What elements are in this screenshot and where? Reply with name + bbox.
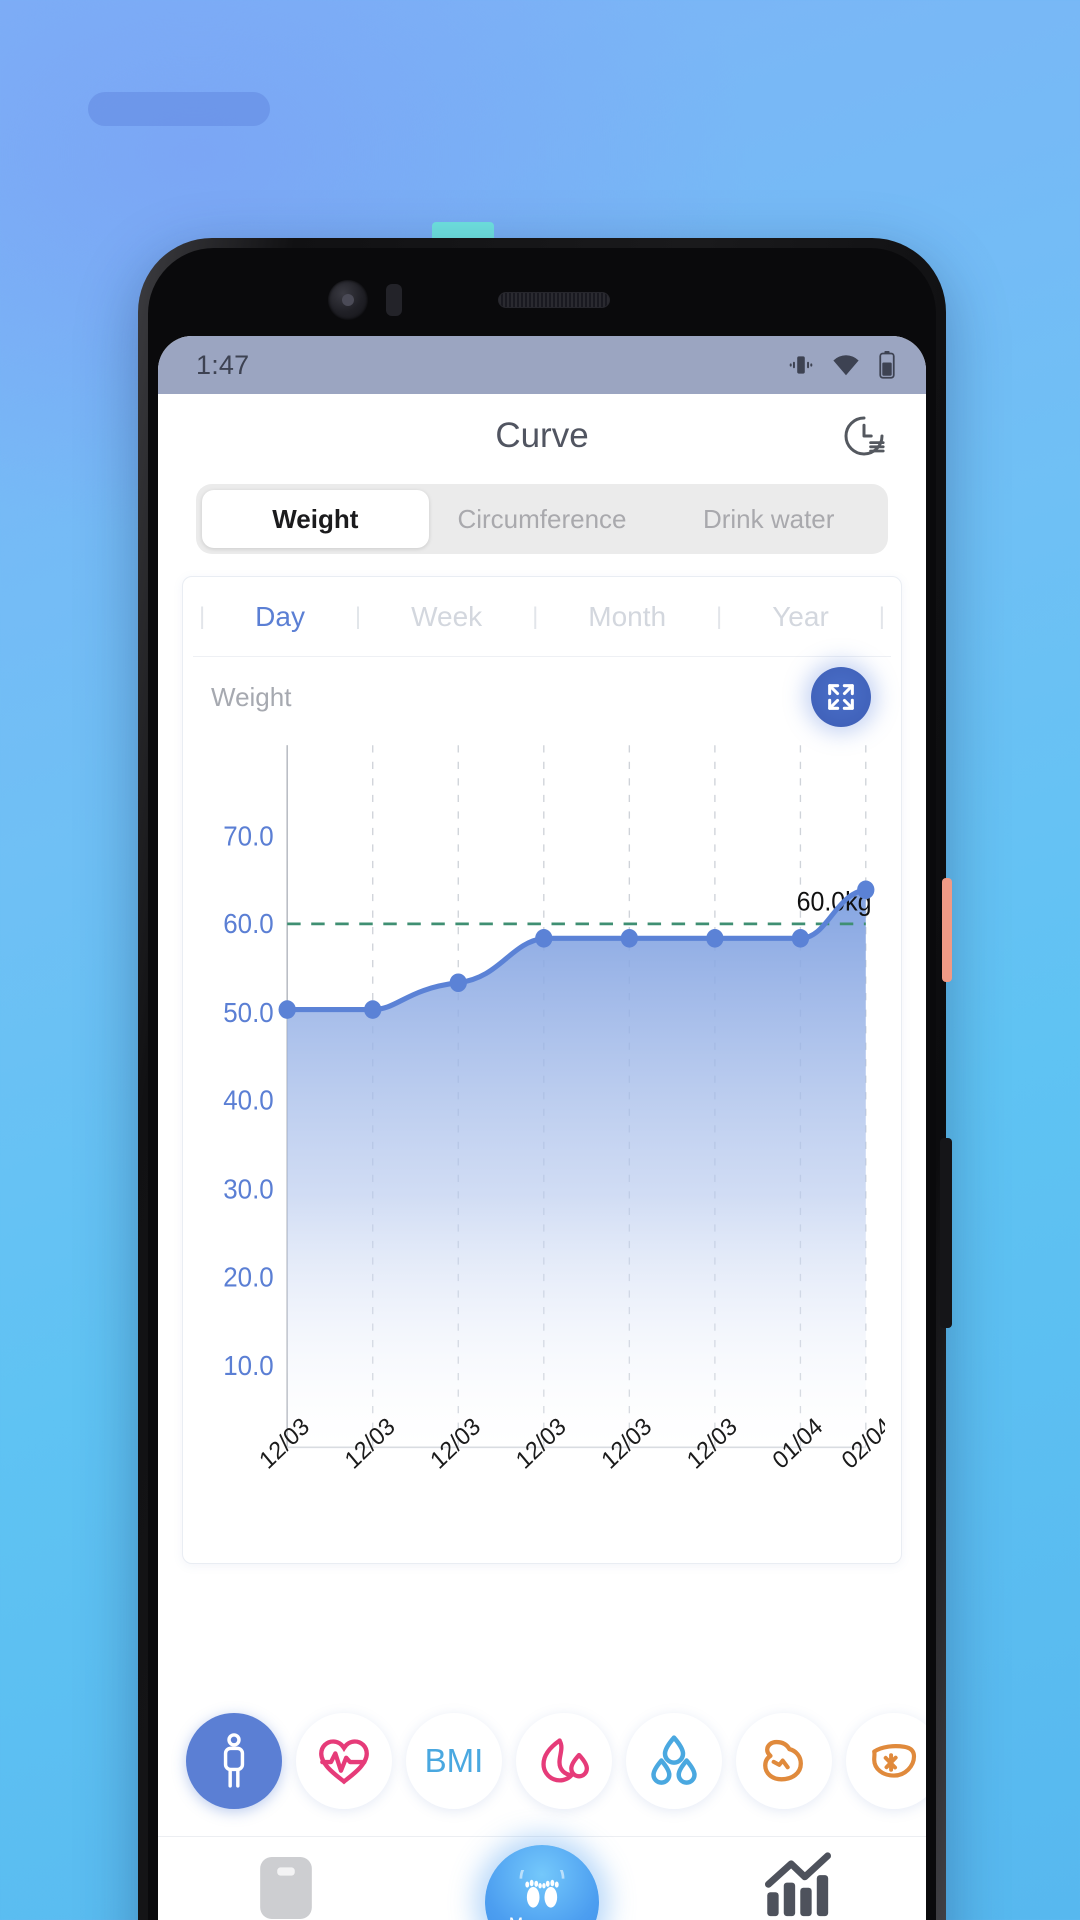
footprints-icon bbox=[519, 1870, 565, 1908]
nav-item-measure[interactable]: Measure bbox=[442, 1845, 642, 1920]
metric-bmi[interactable]: BMI bbox=[406, 1713, 502, 1809]
phone-notch-area bbox=[158, 258, 926, 336]
y-tick-label: 50.0 bbox=[223, 997, 273, 1028]
segmented-control: Weight Circumference Drink water bbox=[196, 484, 888, 554]
y-tick-label: 70.0 bbox=[223, 821, 273, 852]
chart-metric-label: Weight bbox=[211, 681, 292, 712]
y-tick-label: 20.0 bbox=[223, 1261, 273, 1292]
metric-icon-row: BMI bbox=[158, 1686, 926, 1836]
app-header: Curve bbox=[158, 394, 926, 478]
chart-data-point[interactable] bbox=[364, 1000, 382, 1019]
y-tick-label: 10.0 bbox=[223, 1350, 273, 1381]
scale-icon bbox=[260, 1857, 312, 1919]
y-tick-label: 40.0 bbox=[223, 1085, 273, 1116]
weight-chart-svg: 70.0 60.0 50.0 40.0 30.0 20.0 10.0 60.0k… bbox=[223, 745, 885, 1475]
water-icon bbox=[651, 1735, 697, 1785]
metric-body-fat[interactable] bbox=[516, 1713, 612, 1809]
chart-y-tick-labels: 70.0 60.0 50.0 40.0 30.0 20.0 10.0 bbox=[223, 821, 273, 1382]
proximity-sensor-icon bbox=[386, 284, 402, 316]
period-month[interactable]: Month bbox=[584, 601, 670, 633]
chart-card: | Day | Week | Month | Year | Weight 70.… bbox=[182, 576, 902, 1564]
front-camera-icon bbox=[328, 280, 368, 320]
heart-rate-icon bbox=[319, 1739, 369, 1785]
period-separator: | bbox=[199, 602, 206, 630]
nav-item-home[interactable]: Home bbox=[186, 1851, 386, 1920]
chart-area-fill bbox=[287, 889, 866, 1448]
tab-drink-water[interactable]: Drink water bbox=[655, 490, 882, 548]
phone-power-button[interactable] bbox=[940, 1138, 952, 1328]
period-day[interactable]: Day bbox=[251, 601, 309, 633]
status-bar: 1:47 bbox=[158, 336, 926, 394]
body-icon bbox=[223, 1733, 245, 1788]
chart-header: Weight bbox=[193, 657, 891, 737]
metric-body[interactable] bbox=[186, 1713, 282, 1809]
nav-item-curve[interactable]: Curve bbox=[698, 1851, 898, 1920]
chart-card-wrapper: | Day | Week | Month | Year | Weight 70.… bbox=[158, 554, 926, 1686]
measure-label: Measure bbox=[509, 1914, 575, 1920]
history-clock-icon bbox=[844, 416, 885, 456]
metric-water[interactable] bbox=[626, 1713, 722, 1809]
period-separator: | bbox=[354, 602, 362, 630]
body-fat-icon bbox=[541, 1738, 589, 1783]
status-icon-group bbox=[788, 351, 896, 379]
visceral-fat-icon bbox=[872, 1744, 917, 1778]
chart-data-point[interactable] bbox=[278, 1000, 296, 1019]
period-separator: | bbox=[716, 602, 723, 630]
phone-screen-bezel: 1:47 Curve Weight Circumference Drink wa… bbox=[148, 248, 936, 1920]
metric-visceral-fat[interactable] bbox=[846, 1713, 926, 1809]
chart-data-point[interactable] bbox=[535, 929, 553, 948]
segmented-control-wrapper: Weight Circumference Drink water bbox=[158, 478, 926, 554]
earpiece-speaker-icon bbox=[498, 292, 610, 308]
phone-frame: 1:47 Curve Weight Circumference Drink wa… bbox=[138, 238, 952, 1920]
status-time: 1:47 bbox=[196, 349, 250, 380]
bmi-icon: BMI bbox=[424, 1742, 484, 1779]
chart-data-point[interactable] bbox=[706, 929, 724, 948]
y-tick-label: 60.0 bbox=[223, 908, 273, 939]
bar-chart-icon bbox=[764, 1852, 832, 1917]
bottom-navigation: Home bbox=[158, 1836, 926, 1920]
muscle-icon bbox=[763, 1739, 803, 1782]
chart-data-point[interactable] bbox=[449, 973, 467, 993]
period-separator: | bbox=[878, 602, 885, 630]
metric-muscle[interactable] bbox=[736, 1713, 832, 1809]
chart-data-point[interactable] bbox=[857, 880, 875, 900]
metric-heart-rate[interactable] bbox=[296, 1713, 392, 1809]
tab-circumference[interactable]: Circumference bbox=[429, 490, 656, 548]
period-week[interactable]: Week bbox=[407, 601, 486, 633]
battery-icon bbox=[879, 351, 895, 379]
weight-chart-plot[interactable]: 70.0 60.0 50.0 40.0 30.0 20.0 10.0 60.0k… bbox=[193, 737, 891, 1563]
period-year[interactable]: Year bbox=[768, 601, 833, 633]
app-screen: 1:47 Curve Weight Circumference Drink wa… bbox=[158, 336, 926, 1920]
chart-data-point[interactable] bbox=[791, 929, 810, 948]
tab-weight[interactable]: Weight bbox=[202, 490, 429, 548]
page-title: Curve bbox=[495, 416, 589, 455]
y-tick-label: 30.0 bbox=[223, 1174, 273, 1205]
period-separator: | bbox=[532, 602, 539, 630]
history-button[interactable] bbox=[838, 410, 890, 462]
fullscreen-button[interactable] bbox=[811, 667, 871, 727]
period-selector: | Day | Week | Month | Year | bbox=[193, 577, 891, 657]
measure-button[interactable]: Measure bbox=[485, 1845, 599, 1920]
wifi-icon bbox=[833, 355, 859, 376]
background-pill-decoration bbox=[88, 92, 270, 126]
phone-side-button-top[interactable] bbox=[942, 878, 952, 982]
fullscreen-expand-icon bbox=[828, 684, 854, 710]
vibrate-icon bbox=[789, 356, 813, 374]
chart-data-point[interactable] bbox=[620, 929, 638, 948]
